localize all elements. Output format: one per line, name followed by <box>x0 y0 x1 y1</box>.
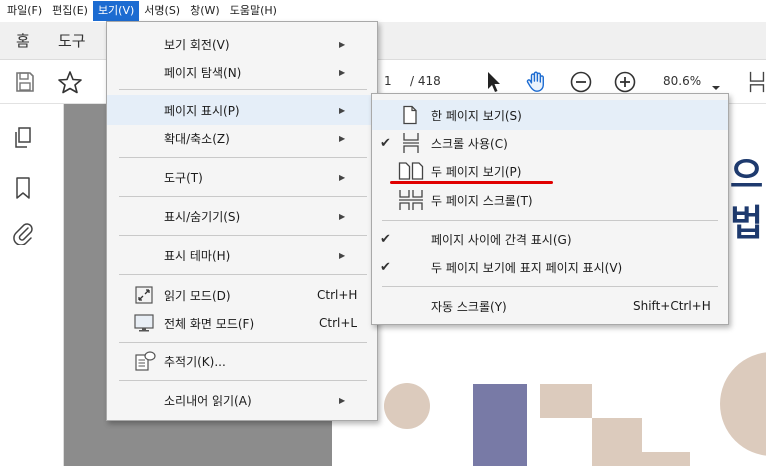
view-menu-item-label: 소리내어 읽기(A) <box>164 393 252 408</box>
menu-edit[interactable]: 편집(E) <box>47 1 93 21</box>
menu-separator <box>119 380 367 381</box>
menu-separator <box>382 220 718 221</box>
view-menu-item-navigate[interactable]: 페이지 탐색(N) ▶ <box>107 57 377 87</box>
menu-separator <box>119 342 367 343</box>
zoom-out-icon[interactable] <box>569 70 593 94</box>
page-display-item-label: 한 페이지 보기(S) <box>431 108 522 123</box>
page-display-submenu: 한 페이지 보기(S) ✔ 스크롤 사용(C) 두 페이지 보기(P) 두 페이… <box>371 93 729 325</box>
menu-separator <box>119 274 367 275</box>
view-menu-item-label: 페이지 탐색(N) <box>164 65 242 80</box>
tracker-icon <box>135 351 156 371</box>
shortcut-text: Ctrl+H <box>317 288 358 302</box>
menu-separator <box>119 157 367 158</box>
red-underline-annotation <box>390 181 553 184</box>
star-icon[interactable] <box>57 70 83 94</box>
submenu-arrow-icon: ▶ <box>339 172 346 182</box>
tab-home[interactable]: 홈 <box>16 30 30 51</box>
view-menu-item-tools[interactable]: 도구(T) ▶ <box>107 162 377 192</box>
submenu-arrow-icon: ▶ <box>339 211 346 221</box>
submenu-arrow-icon: ▶ <box>339 133 346 143</box>
hand-tool-icon[interactable] <box>524 70 550 94</box>
page-thumbnails-icon[interactable] <box>12 126 34 150</box>
menu-separator <box>119 196 367 197</box>
shortcut-text: Shift+Ctrl+H <box>633 299 711 313</box>
menu-separator <box>119 89 367 90</box>
view-menu-item-label: 보기 회전(V) <box>164 37 230 52</box>
menu-sign[interactable]: 서명(S) <box>139 1 185 21</box>
view-menu-item-label: 표시/숨기기(S) <box>164 209 241 224</box>
view-menu-item-label: 읽기 모드(D) <box>164 288 231 303</box>
page-display-item-scroll[interactable]: ✔ 스크롤 사용(C) <box>372 128 728 158</box>
view-menu-item-reading-mode[interactable]: 읽기 모드(D) Ctrl+H <box>107 280 377 310</box>
page-display-item-label: 스크롤 사용(C) <box>431 136 508 151</box>
view-menu: 보기 회전(V) ▶ 페이지 탐색(N) ▶ 페이지 표시(P) ▶ 확대/축소… <box>106 21 378 421</box>
view-menu-item-tracker[interactable]: 추적기(K)... <box>107 346 377 376</box>
page-display-item-show-cover[interactable]: ✔ 두 페이지 보기에 표지 페이지 표시(V) <box>372 252 728 282</box>
page-display-item-two-page-scroll[interactable]: 두 페이지 스크롤(T) <box>372 185 728 215</box>
page-display-item-auto-scroll[interactable]: 자동 스크롤(Y) Shift+Ctrl+H <box>372 291 728 321</box>
view-menu-item-full-screen[interactable]: 전체 화면 모드(F) Ctrl+L <box>107 308 377 338</box>
view-menu-item-theme[interactable]: 표시 테마(H) ▶ <box>107 240 377 270</box>
zoom-in-icon[interactable] <box>613 70 637 94</box>
zoom-level[interactable]: 80.6% <box>663 74 701 88</box>
select-pointer-icon[interactable] <box>484 70 502 94</box>
submenu-arrow-icon: ▶ <box>339 67 346 77</box>
checkmark-icon: ✔ <box>380 231 391 247</box>
view-menu-item-zoom[interactable]: 확대/축소(Z) ▶ <box>107 123 377 153</box>
single-page-icon <box>403 105 417 125</box>
attachment-icon[interactable] <box>12 221 34 245</box>
page-display-item-label: 두 페이지 보기에 표지 페이지 표시(V) <box>431 260 623 275</box>
tab-tools[interactable]: 도구 <box>58 30 86 51</box>
submenu-arrow-icon: ▶ <box>339 250 346 260</box>
full-screen-icon <box>134 314 154 332</box>
submenu-arrow-icon: ▶ <box>339 395 346 405</box>
menu-separator <box>119 235 367 236</box>
bookmark-icon[interactable] <box>12 176 34 200</box>
menu-file[interactable]: 파일(F) <box>2 1 47 21</box>
two-page-icon <box>398 162 424 180</box>
page-display-item-label: 두 페이지 보기(P) <box>431 164 522 179</box>
checkmark-icon: ✔ <box>380 259 391 275</box>
view-menu-item-label: 확대/축소(Z) <box>164 131 230 146</box>
view-menu-item-label: 표시 테마(H) <box>164 248 231 263</box>
page-display-item-label: 자동 스크롤(Y) <box>431 299 507 314</box>
shortcut-text: Ctrl+L <box>319 316 358 330</box>
save-icon[interactable] <box>14 70 36 94</box>
navigation-pane <box>0 104 64 466</box>
page-display-item-label: 두 페이지 스크롤(T) <box>431 193 533 208</box>
scroll-icon <box>403 133 419 153</box>
view-menu-item-label: 전체 화면 모드(F) <box>164 316 255 331</box>
checkmark-icon: ✔ <box>380 135 391 151</box>
page-number-current[interactable]: 1 <box>384 74 392 88</box>
reading-mode-icon <box>135 286 153 304</box>
menu-bar: 파일(F) 편집(E) 보기(V) 서명(S) 창(W) 도움말(H) <box>0 0 766 22</box>
view-menu-item-rotate[interactable]: 보기 회전(V) ▶ <box>107 29 377 59</box>
page-number-total: / 418 <box>410 74 441 88</box>
menu-window[interactable]: 창(W) <box>185 1 225 21</box>
menu-separator <box>382 286 718 287</box>
two-page-scroll-icon <box>399 190 423 210</box>
submenu-arrow-icon: ▶ <box>339 39 346 49</box>
view-menu-item-show-hide[interactable]: 표시/숨기기(S) ▶ <box>107 201 377 231</box>
menu-view[interactable]: 보기(V) <box>92 1 140 21</box>
page-display-item-label: 페이지 사이에 간격 표시(G) <box>431 232 572 247</box>
view-menu-item-label: 추적기(K)... <box>164 354 226 369</box>
submenu-arrow-icon: ▶ <box>339 105 346 115</box>
fit-page-icon[interactable] <box>746 70 766 94</box>
view-menu-item-page-display[interactable]: 페이지 표시(P) ▶ <box>107 95 377 125</box>
page-display-item-single-page[interactable]: 한 페이지 보기(S) <box>372 100 728 130</box>
view-menu-item-label: 페이지 표시(P) <box>164 103 240 118</box>
view-menu-item-label: 도구(T) <box>164 170 203 185</box>
view-menu-item-read-aloud[interactable]: 소리내어 읽기(A) ▶ <box>107 385 377 415</box>
menu-help[interactable]: 도움말(H) <box>225 1 282 21</box>
page-display-item-show-gaps[interactable]: ✔ 페이지 사이에 간격 표시(G) <box>372 224 728 254</box>
